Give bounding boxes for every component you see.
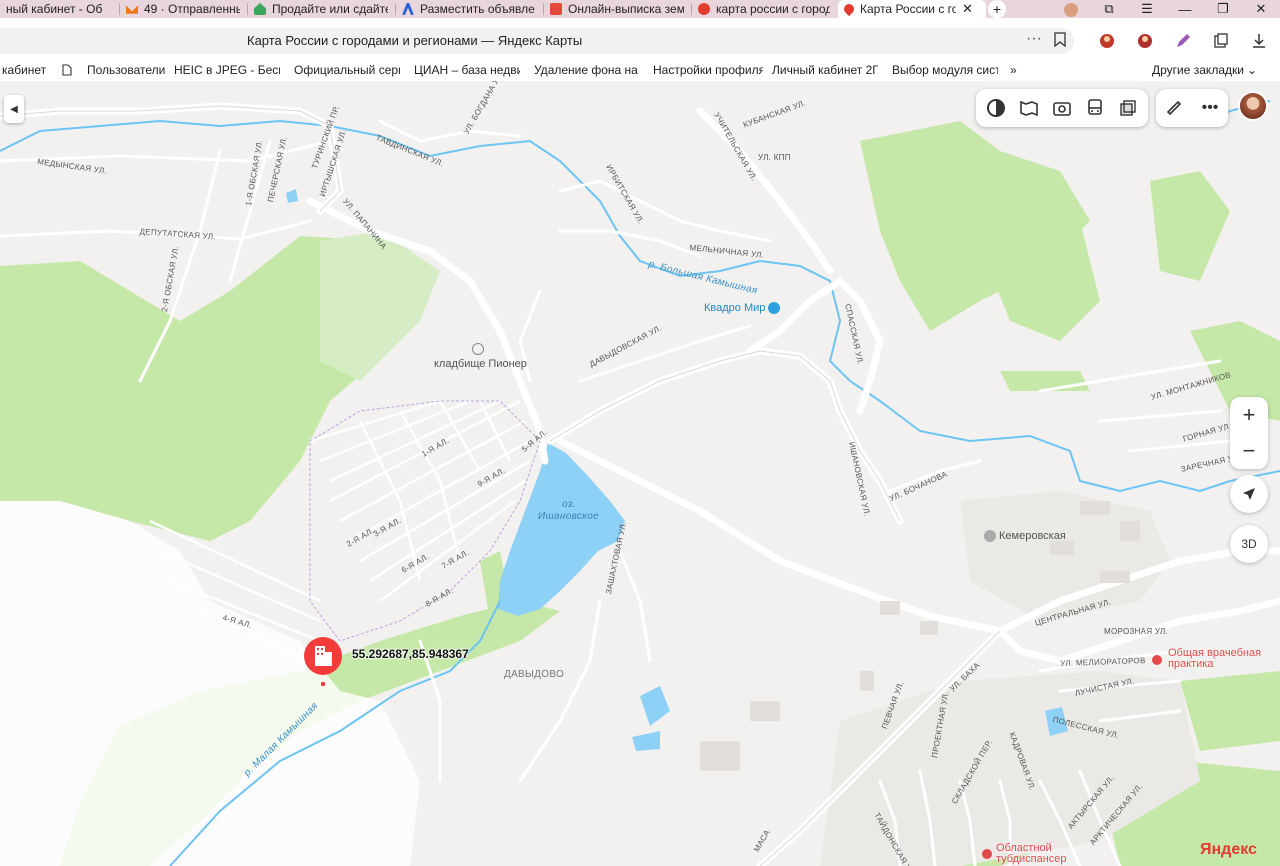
navigation-arrow-icon [1243, 488, 1255, 500]
panorama-button[interactable] [1016, 95, 1042, 121]
lake-label: оз. [562, 499, 576, 510]
more-dots-icon[interactable]: ··· [1026, 30, 1042, 48]
tab-cabinet[interactable]: ный кабинет - Об [0, 0, 120, 18]
zoom-in-button[interactable]: + [1230, 397, 1268, 433]
geolocation-button[interactable] [1230, 475, 1268, 513]
squares-icon [1119, 100, 1136, 116]
map-tools-toolbar: ••• [1156, 89, 1228, 127]
more-dots-icon: ••• [1201, 99, 1219, 116]
street-label: МОРОЗНАЯ УЛ. [1104, 627, 1169, 636]
poi-tb-dispensary[interactable]: Областной тубдиспансер [996, 843, 1067, 865]
yandex-logo: Яндекс [1200, 841, 1257, 858]
bookmark-module[interactable]: Выбор модуля систе [892, 63, 998, 77]
map-base-layer [0, 100, 1280, 866]
three-d-button[interactable]: 3D [1230, 525, 1268, 563]
poi-cemetery-icon [472, 343, 484, 358]
bookmark-users[interactable]: Пользователи [87, 63, 165, 77]
omnibox[interactable]: Карта России с городами и регионами — Ян… [0, 28, 1074, 54]
tab-sell[interactable]: Продайте или сдайте [248, 0, 396, 18]
menu-icon[interactable]: ☰ [1128, 1, 1166, 17]
car-wash-icon [768, 302, 781, 315]
station-icon [984, 530, 996, 543]
bookmark-2gis[interactable]: Личный кабинет 2ГИ [772, 63, 878, 77]
layers-button[interactable] [983, 95, 1009, 121]
avito-icon [402, 3, 414, 15]
close-tab-icon[interactable]: ✕ [962, 1, 973, 17]
street-label: УЛ. КПП [758, 153, 791, 162]
tab-mail[interactable]: 49 · Отправленные – [120, 0, 248, 18]
more-tools-button[interactable]: ••• [1197, 95, 1223, 121]
map-pin-icon [841, 1, 857, 17]
chevron-left-icon: ◀ [10, 103, 18, 115]
other-bookmarks[interactable]: Другие закладки [1152, 63, 1244, 77]
restore-icon[interactable]: ❐ [1204, 1, 1242, 17]
map-layers-toolbar [976, 89, 1148, 127]
bookmark-remove-bg[interactable]: Удаление фона на и [534, 63, 640, 77]
extension-icon-1[interactable] [1096, 30, 1118, 52]
minimize-icon[interactable]: — [1166, 2, 1204, 17]
house-icon [254, 3, 266, 15]
medical-cross-icon [1152, 655, 1162, 665]
transport-button[interactable] [1082, 95, 1108, 121]
location-marker-icon[interactable] [303, 636, 343, 688]
profile-avatar-icon[interactable] [1052, 1, 1090, 17]
bookmarks-overflow[interactable]: » [1010, 63, 1017, 77]
lake-label: Ишановское [538, 511, 599, 522]
map-canvas[interactable]: ТУРИНСКИЙ ПР. ИРТЫШСКАЯ УЛ. ТАВДИНСКАЯ У… [0, 81, 1280, 866]
address-bar: Карта России с городами и регионами — Ян… [0, 18, 1280, 60]
close-window-icon[interactable]: ✕ [1242, 1, 1280, 17]
page-title: Карта России с городами и регионами — Ян… [247, 33, 583, 48]
bookmark-icon[interactable] [1054, 32, 1066, 47]
poi-cemetery[interactable]: кладбище Пионер [434, 358, 527, 370]
poi-kemerovskaya[interactable]: Кемеровская [984, 530, 1066, 543]
collections-button-icon[interactable] [1210, 30, 1232, 52]
chevron-down-icon[interactable]: ⌄ [1247, 63, 1257, 77]
file-icon [62, 64, 72, 79]
collapse-panel-button[interactable]: ◀ [4, 95, 24, 123]
ruler-button[interactable] [1161, 95, 1187, 121]
map-book-icon [1020, 100, 1038, 117]
camera-icon [1053, 102, 1071, 116]
collections-icon[interactable]: ⧉ [1090, 1, 1128, 17]
document-icon [550, 3, 562, 15]
pen-extension-icon[interactable] [1172, 30, 1194, 52]
yandex-icon [698, 3, 710, 15]
poi-clinic[interactable]: Общая врачебная практика [1168, 648, 1261, 670]
bus-icon [1087, 99, 1102, 115]
extension-icon-2[interactable] [1134, 30, 1156, 52]
browser-tabbar: ный кабинет - Об 49 · Отправленные – Про… [0, 0, 1280, 18]
tab-avito[interactable]: Разместить объявле [396, 0, 544, 18]
bookmark-cian[interactable]: ЦИАН – база недвиж [414, 63, 520, 77]
copy-layer-button[interactable] [1115, 95, 1141, 121]
plus-icon: + [988, 0, 1006, 18]
bookmark-official[interactable]: Официальный серви [294, 63, 400, 77]
bookmarks-bar: кабинет Пользователи HEIC в JPEG - Беспл… [0, 60, 1280, 81]
download-icon[interactable] [1248, 30, 1270, 52]
mail-icon [126, 5, 138, 14]
ruler-icon [1166, 100, 1182, 116]
zoom-out-button[interactable]: − [1230, 433, 1268, 469]
marker-coordinates[interactable]: 55.292687,85.948367 [352, 647, 469, 661]
new-tab-button[interactable]: + [986, 0, 1008, 18]
tab-search[interactable]: карта россии с город [692, 0, 838, 18]
medical-cross-icon [982, 849, 992, 859]
camera-button[interactable] [1049, 95, 1075, 121]
tab-maps-active[interactable]: Карта России с гор ✕ [838, 0, 986, 18]
window-controls: ⧉ ☰ — ❐ ✕ [1052, 0, 1280, 18]
poi-kvadro-mir[interactable]: Квадро Мир [704, 302, 781, 315]
user-avatar[interactable] [1238, 91, 1268, 121]
tab-extract[interactable]: Онлайн-выписка зем [544, 0, 692, 18]
bookmark-heic[interactable]: HEIC в JPEG - Беспла [174, 63, 280, 77]
district-label: ДАВЫДОВО [504, 669, 565, 680]
layers-icon [987, 99, 1006, 117]
bookmark-cabinet[interactable]: кабинет [2, 63, 52, 77]
zoom-control: + − [1230, 397, 1268, 469]
bookmark-profile-settings[interactable]: Настройки профиля [653, 63, 763, 77]
